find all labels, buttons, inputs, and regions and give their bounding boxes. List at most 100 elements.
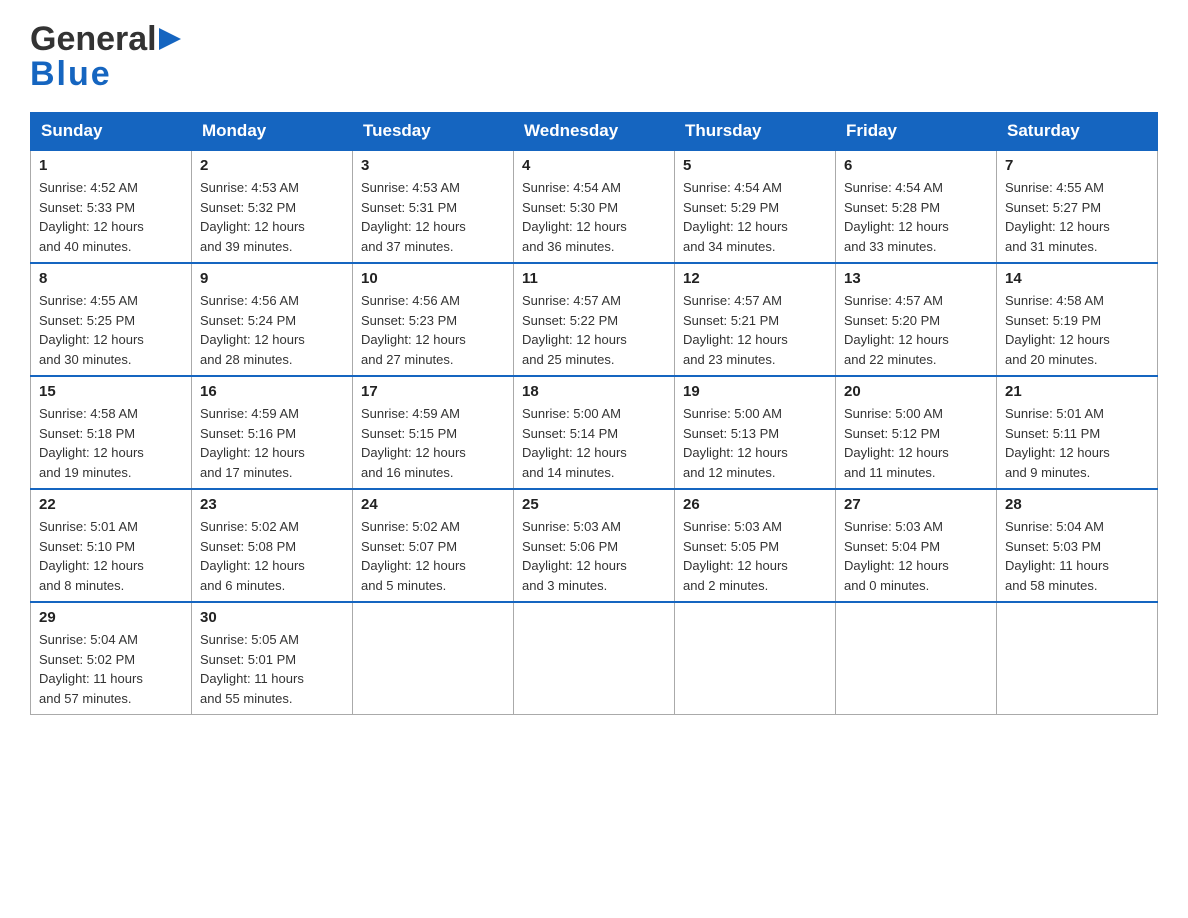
- sunrise-label: Sunrise: 5:04 AM: [39, 632, 138, 647]
- day-info: Sunrise: 4:57 AM Sunset: 5:22 PM Dayligh…: [522, 291, 666, 369]
- sunset-label: Sunset: 5:11 PM: [1005, 426, 1100, 441]
- weekday-header-saturday: Saturday: [997, 113, 1158, 151]
- sunset-label: Sunset: 5:05 PM: [683, 539, 779, 554]
- sunset-label: Sunset: 5:24 PM: [200, 313, 296, 328]
- calendar-cell: 15 Sunrise: 4:58 AM Sunset: 5:18 PM Dayl…: [31, 376, 192, 489]
- daylight-label: Daylight: 12 hoursand 19 minutes.: [39, 445, 144, 480]
- calendar-cell: [514, 602, 675, 715]
- sunset-label: Sunset: 5:13 PM: [683, 426, 779, 441]
- sunset-label: Sunset: 5:10 PM: [39, 539, 135, 554]
- sunrise-label: Sunrise: 5:00 AM: [683, 406, 782, 421]
- day-info: Sunrise: 5:03 AM Sunset: 5:05 PM Dayligh…: [683, 517, 827, 595]
- day-info: Sunrise: 4:54 AM Sunset: 5:30 PM Dayligh…: [522, 178, 666, 256]
- sunset-label: Sunset: 5:14 PM: [522, 426, 618, 441]
- day-info: Sunrise: 5:05 AM Sunset: 5:01 PM Dayligh…: [200, 630, 344, 708]
- sunrise-label: Sunrise: 4:56 AM: [361, 293, 460, 308]
- daylight-label: Daylight: 12 hoursand 23 minutes.: [683, 332, 788, 367]
- daylight-label: Daylight: 12 hoursand 25 minutes.: [522, 332, 627, 367]
- sunset-label: Sunset: 5:23 PM: [361, 313, 457, 328]
- day-number: 19: [683, 383, 827, 400]
- sunrise-label: Sunrise: 5:02 AM: [361, 519, 460, 534]
- sunrise-label: Sunrise: 4:56 AM: [200, 293, 299, 308]
- calendar-cell: 13 Sunrise: 4:57 AM Sunset: 5:20 PM Dayl…: [836, 263, 997, 376]
- calendar-cell: 11 Sunrise: 4:57 AM Sunset: 5:22 PM Dayl…: [514, 263, 675, 376]
- day-info: Sunrise: 4:59 AM Sunset: 5:15 PM Dayligh…: [361, 404, 505, 482]
- daylight-label: Daylight: 12 hoursand 39 minutes.: [200, 219, 305, 254]
- sunset-label: Sunset: 5:22 PM: [522, 313, 618, 328]
- calendar-cell: 22 Sunrise: 5:01 AM Sunset: 5:10 PM Dayl…: [31, 489, 192, 602]
- sunrise-label: Sunrise: 4:54 AM: [683, 180, 782, 195]
- sunset-label: Sunset: 5:08 PM: [200, 539, 296, 554]
- day-info: Sunrise: 5:03 AM Sunset: 5:04 PM Dayligh…: [844, 517, 988, 595]
- sunset-label: Sunset: 5:30 PM: [522, 200, 618, 215]
- day-number: 24: [361, 496, 505, 513]
- logo: General Blue: [30, 20, 181, 94]
- weekday-header-friday: Friday: [836, 113, 997, 151]
- daylight-label: Daylight: 12 hoursand 9 minutes.: [1005, 445, 1110, 480]
- daylight-label: Daylight: 12 hoursand 3 minutes.: [522, 558, 627, 593]
- day-number: 27: [844, 496, 988, 513]
- day-number: 10: [361, 270, 505, 287]
- calendar-week-row: 1 Sunrise: 4:52 AM Sunset: 5:33 PM Dayli…: [31, 150, 1158, 263]
- sunrise-label: Sunrise: 5:02 AM: [200, 519, 299, 534]
- daylight-label: Daylight: 12 hoursand 11 minutes.: [844, 445, 949, 480]
- day-number: 23: [200, 496, 344, 513]
- calendar-cell: 17 Sunrise: 4:59 AM Sunset: 5:15 PM Dayl…: [353, 376, 514, 489]
- sunset-label: Sunset: 5:19 PM: [1005, 313, 1101, 328]
- day-info: Sunrise: 4:55 AM Sunset: 5:25 PM Dayligh…: [39, 291, 183, 369]
- sunrise-label: Sunrise: 4:59 AM: [361, 406, 460, 421]
- calendar-cell: [836, 602, 997, 715]
- daylight-label: Daylight: 12 hoursand 34 minutes.: [683, 219, 788, 254]
- day-number: 13: [844, 270, 988, 287]
- calendar-cell: 30 Sunrise: 5:05 AM Sunset: 5:01 PM Dayl…: [192, 602, 353, 715]
- calendar-cell: 25 Sunrise: 5:03 AM Sunset: 5:06 PM Dayl…: [514, 489, 675, 602]
- sunrise-label: Sunrise: 5:05 AM: [200, 632, 299, 647]
- daylight-label: Daylight: 12 hoursand 28 minutes.: [200, 332, 305, 367]
- day-number: 18: [522, 383, 666, 400]
- sunrise-label: Sunrise: 5:04 AM: [1005, 519, 1104, 534]
- calendar-cell: [675, 602, 836, 715]
- calendar-cell: 29 Sunrise: 5:04 AM Sunset: 5:02 PM Dayl…: [31, 602, 192, 715]
- day-number: 16: [200, 383, 344, 400]
- calendar-cell: 6 Sunrise: 4:54 AM Sunset: 5:28 PM Dayli…: [836, 150, 997, 263]
- weekday-header-sunday: Sunday: [31, 113, 192, 151]
- day-number: 4: [522, 157, 666, 174]
- day-info: Sunrise: 4:52 AM Sunset: 5:33 PM Dayligh…: [39, 178, 183, 256]
- calendar-cell: 5 Sunrise: 4:54 AM Sunset: 5:29 PM Dayli…: [675, 150, 836, 263]
- calendar-cell: 28 Sunrise: 5:04 AM Sunset: 5:03 PM Dayl…: [997, 489, 1158, 602]
- logo-general: General: [30, 20, 157, 59]
- calendar-week-row: 29 Sunrise: 5:04 AM Sunset: 5:02 PM Dayl…: [31, 602, 1158, 715]
- day-number: 7: [1005, 157, 1149, 174]
- day-info: Sunrise: 5:00 AM Sunset: 5:13 PM Dayligh…: [683, 404, 827, 482]
- calendar-cell: 23 Sunrise: 5:02 AM Sunset: 5:08 PM Dayl…: [192, 489, 353, 602]
- calendar-cell: 12 Sunrise: 4:57 AM Sunset: 5:21 PM Dayl…: [675, 263, 836, 376]
- sunset-label: Sunset: 5:29 PM: [683, 200, 779, 215]
- sunrise-label: Sunrise: 4:58 AM: [39, 406, 138, 421]
- daylight-label: Daylight: 12 hoursand 31 minutes.: [1005, 219, 1110, 254]
- daylight-label: Daylight: 12 hoursand 40 minutes.: [39, 219, 144, 254]
- daylight-label: Daylight: 12 hoursand 36 minutes.: [522, 219, 627, 254]
- calendar-cell: 2 Sunrise: 4:53 AM Sunset: 5:32 PM Dayli…: [192, 150, 353, 263]
- calendar-cell: 14 Sunrise: 4:58 AM Sunset: 5:19 PM Dayl…: [997, 263, 1158, 376]
- weekday-header-row: SundayMondayTuesdayWednesdayThursdayFrid…: [31, 113, 1158, 151]
- day-info: Sunrise: 5:02 AM Sunset: 5:07 PM Dayligh…: [361, 517, 505, 595]
- sunrise-label: Sunrise: 5:03 AM: [522, 519, 621, 534]
- calendar-cell: 3 Sunrise: 4:53 AM Sunset: 5:31 PM Dayli…: [353, 150, 514, 263]
- day-number: 20: [844, 383, 988, 400]
- sunset-label: Sunset: 5:31 PM: [361, 200, 457, 215]
- calendar-week-row: 8 Sunrise: 4:55 AM Sunset: 5:25 PM Dayli…: [31, 263, 1158, 376]
- sunrise-label: Sunrise: 4:54 AM: [844, 180, 943, 195]
- day-info: Sunrise: 5:02 AM Sunset: 5:08 PM Dayligh…: [200, 517, 344, 595]
- day-info: Sunrise: 4:53 AM Sunset: 5:32 PM Dayligh…: [200, 178, 344, 256]
- daylight-label: Daylight: 12 hoursand 14 minutes.: [522, 445, 627, 480]
- day-info: Sunrise: 5:00 AM Sunset: 5:12 PM Dayligh…: [844, 404, 988, 482]
- sunrise-label: Sunrise: 4:52 AM: [39, 180, 138, 195]
- day-info: Sunrise: 4:55 AM Sunset: 5:27 PM Dayligh…: [1005, 178, 1149, 256]
- day-info: Sunrise: 5:03 AM Sunset: 5:06 PM Dayligh…: [522, 517, 666, 595]
- calendar-cell: 10 Sunrise: 4:56 AM Sunset: 5:23 PM Dayl…: [353, 263, 514, 376]
- sunset-label: Sunset: 5:25 PM: [39, 313, 135, 328]
- sunset-label: Sunset: 5:21 PM: [683, 313, 779, 328]
- calendar-cell: 26 Sunrise: 5:03 AM Sunset: 5:05 PM Dayl…: [675, 489, 836, 602]
- sunrise-label: Sunrise: 5:00 AM: [522, 406, 621, 421]
- day-number: 6: [844, 157, 988, 174]
